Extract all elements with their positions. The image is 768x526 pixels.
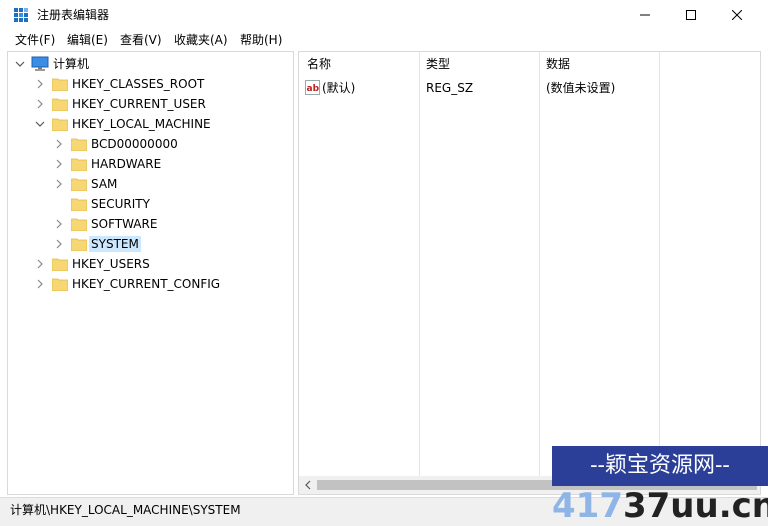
string-value-icon: ab bbox=[305, 80, 320, 95]
column-header-name[interactable]: 名称 bbox=[307, 52, 331, 76]
chevron-right-icon[interactable] bbox=[53, 214, 65, 234]
tree-item-software[interactable]: SOFTWARE bbox=[8, 214, 293, 234]
menu-bar: 文件(F) 编辑(E) 查看(V) 收藏夹(A) 帮助(H) bbox=[0, 30, 768, 50]
column-divider[interactable] bbox=[419, 52, 420, 476]
close-button[interactable] bbox=[714, 0, 760, 30]
tree-item-label-selected: SYSTEM bbox=[89, 236, 141, 252]
tree-item-label: HKEY_CURRENT_USER bbox=[72, 97, 206, 111]
folder-icon bbox=[52, 78, 68, 91]
menu-favorites[interactable]: 收藏夹(A) bbox=[172, 32, 230, 48]
registry-editor-icon bbox=[14, 8, 28, 22]
registry-tree[interactable]: 计算机 HKEY_CLASSES_ROOT HKEY_CURRENT_USER … bbox=[7, 51, 294, 495]
tree-item-sam[interactable]: SAM bbox=[8, 174, 293, 194]
tree-item-hardware[interactable]: HARDWARE bbox=[8, 154, 293, 174]
tree-item-system[interactable]: SYSTEM bbox=[8, 234, 293, 254]
tree-item-hkey-users[interactable]: HKEY_USERS bbox=[8, 254, 293, 274]
menu-help[interactable]: 帮助(H) bbox=[238, 32, 284, 48]
tree-root[interactable]: 计算机 bbox=[8, 54, 293, 74]
folder-icon bbox=[52, 98, 68, 111]
tree-item-label: HKEY_CURRENT_CONFIG bbox=[72, 277, 221, 291]
column-divider[interactable] bbox=[539, 52, 540, 476]
minimize-icon bbox=[640, 14, 650, 16]
maximize-button[interactable] bbox=[668, 0, 714, 30]
chevron-down-icon[interactable] bbox=[14, 54, 26, 74]
menu-edit[interactable]: 编辑(E) bbox=[65, 32, 110, 48]
menu-file[interactable]: 文件(F) bbox=[13, 32, 57, 48]
folder-icon bbox=[71, 158, 87, 171]
column-divider[interactable] bbox=[659, 52, 660, 476]
maximize-icon bbox=[686, 10, 696, 20]
chevron-down-icon[interactable] bbox=[34, 114, 46, 134]
tree-item-label: HKEY_USERS bbox=[72, 257, 150, 271]
tree-item-hkey-current-config[interactable]: HKEY_CURRENT_CONFIG bbox=[8, 274, 293, 294]
title-bar: 注册表编辑器 bbox=[0, 0, 768, 30]
values-list[interactable]: 名称 类型 数据 ab (默认) REG_SZ (数值未设置) bbox=[298, 51, 761, 495]
tree-item-hkey-local-machine[interactable]: HKEY_LOCAL_MACHINE bbox=[8, 114, 293, 134]
folder-icon bbox=[71, 178, 87, 191]
close-icon bbox=[732, 10, 742, 20]
chevron-right-icon[interactable] bbox=[34, 254, 46, 274]
tree-item-security[interactable]: SECURITY bbox=[8, 194, 293, 214]
value-data: (数值未设置) bbox=[546, 81, 616, 95]
watermark-url: 41737uu.cn bbox=[552, 486, 768, 526]
tree-item-label: SOFTWARE bbox=[91, 217, 158, 231]
value-name: (默认) bbox=[322, 81, 356, 95]
tree-item-label: HKEY_CLASSES_ROOT bbox=[72, 77, 205, 91]
tree-item-label: BCD00000000 bbox=[91, 137, 178, 151]
minimize-button[interactable] bbox=[622, 0, 668, 30]
watermark-banner: --颖宝资源网-- bbox=[552, 446, 768, 486]
folder-icon bbox=[52, 278, 68, 291]
tree-item-label: SECURITY bbox=[91, 197, 150, 211]
folder-icon bbox=[71, 138, 87, 151]
computer-icon bbox=[31, 56, 49, 71]
tree-item-hkey-current-user[interactable]: HKEY_CURRENT_USER bbox=[8, 94, 293, 114]
chevron-right-icon[interactable] bbox=[53, 154, 65, 174]
chevron-right-icon[interactable] bbox=[53, 174, 65, 194]
chevron-right-icon[interactable] bbox=[34, 274, 46, 294]
tree-item-label: HARDWARE bbox=[91, 157, 162, 171]
chevron-right-icon[interactable] bbox=[53, 134, 65, 154]
chevron-right-icon[interactable] bbox=[34, 94, 46, 114]
status-path: 计算机\HKEY_LOCAL_MACHINE\SYSTEM bbox=[10, 503, 241, 517]
chevron-right-icon[interactable] bbox=[34, 74, 46, 94]
scroll-left-icon[interactable] bbox=[303, 480, 313, 490]
watermark-url-faint: 417 bbox=[552, 486, 623, 526]
folder-icon bbox=[71, 238, 87, 251]
value-type: REG_SZ bbox=[426, 81, 474, 95]
menu-view[interactable]: 查看(V) bbox=[118, 32, 164, 48]
tree-item-bcd[interactable]: BCD00000000 bbox=[8, 134, 293, 154]
watermark-url-strong: 37uu.cn bbox=[622, 486, 768, 526]
tree-item-label: HKEY_LOCAL_MACHINE bbox=[72, 117, 211, 131]
folder-icon bbox=[52, 258, 68, 271]
column-header-data[interactable]: 数据 bbox=[546, 52, 570, 76]
folder-icon bbox=[71, 198, 87, 211]
column-header-type[interactable]: 类型 bbox=[426, 52, 450, 76]
tree-root-label: 计算机 bbox=[53, 57, 90, 71]
folder-icon bbox=[71, 218, 87, 231]
tree-item-hkey-classes-root[interactable]: HKEY_CLASSES_ROOT bbox=[8, 74, 293, 94]
tree-item-label: SAM bbox=[91, 177, 118, 191]
window-title: 注册表编辑器 bbox=[37, 8, 110, 22]
chevron-right-icon[interactable] bbox=[53, 234, 65, 254]
folder-open-icon bbox=[52, 118, 68, 131]
string-value-icon-text: ab bbox=[307, 84, 320, 94]
